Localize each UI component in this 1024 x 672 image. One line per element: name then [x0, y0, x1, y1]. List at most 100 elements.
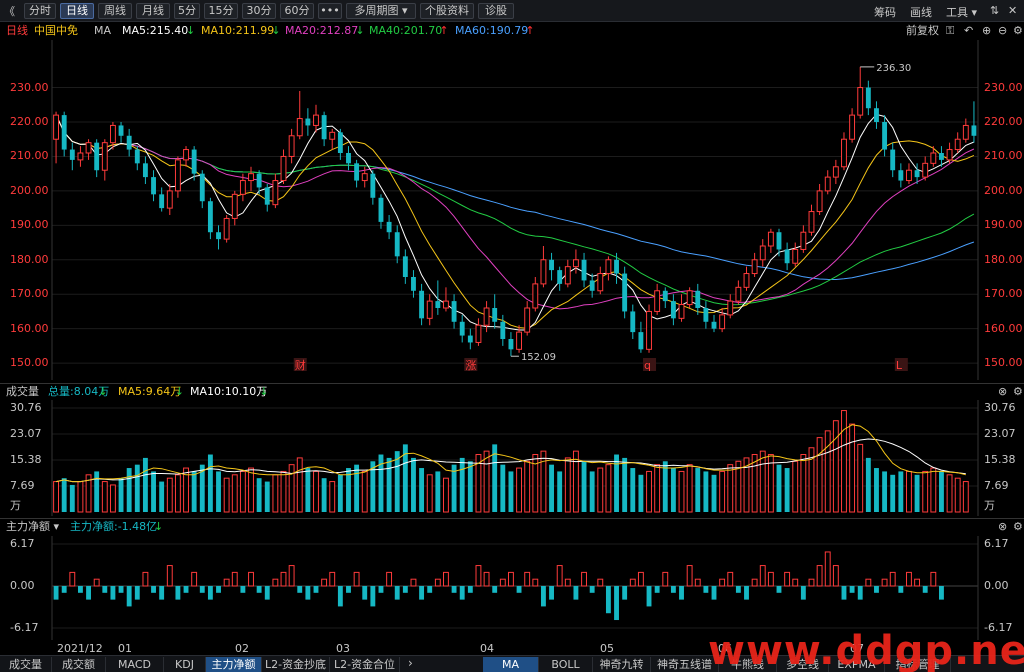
period-button-1[interactable]: 日线 — [60, 3, 94, 19]
volume-bar — [280, 470, 287, 513]
event-marker[interactable]: q — [644, 359, 651, 372]
volume-tick-left: 万 — [10, 499, 21, 512]
period-button-6[interactable]: 30分 — [242, 3, 276, 19]
zoom-out-icon[interactable]: ⊖ — [998, 23, 1007, 39]
bottom-tab-left-6[interactable]: L2-资金合位 — [330, 657, 400, 672]
bottom-tab-left-2[interactable]: MACD — [106, 657, 164, 672]
price-chart[interactable]: 236.30 152.09 财 涨 q L — [0, 40, 1024, 380]
flow-bar — [288, 565, 295, 587]
candle-body — [53, 114, 59, 140]
undo-icon[interactable]: ↶ — [964, 23, 973, 39]
flow-bar — [646, 586, 652, 607]
toolbar-tools-button[interactable]: 工具 ▾ — [946, 4, 977, 20]
flow-bar — [556, 565, 563, 587]
period-button-2[interactable]: 周线 — [98, 3, 132, 19]
flow-bar — [629, 578, 636, 587]
tabs-scroll-icon[interactable]: › — [408, 656, 413, 670]
candle-body — [662, 290, 668, 302]
back-icon[interactable]: 《 — [4, 3, 15, 19]
flow-bar — [767, 571, 774, 587]
event-marker[interactable]: L — [896, 359, 903, 372]
flow-close-icon[interactable]: ⊗ — [998, 519, 1007, 535]
price-tick-right: 200.00 — [984, 183, 1023, 197]
volume-bar — [540, 450, 547, 513]
period-button-5[interactable]: 15分 — [204, 3, 238, 19]
date-label: 01 — [118, 642, 132, 655]
candle-body — [743, 273, 750, 288]
period-button-7[interactable]: 60分 — [280, 3, 314, 19]
volume-bar — [646, 470, 652, 513]
volume-bar — [288, 464, 295, 513]
candle-body — [865, 87, 871, 109]
volume-tick-right: 万 — [984, 499, 995, 512]
period-button-8[interactable]: ••• — [318, 3, 342, 19]
flow-bar — [784, 571, 791, 587]
toolbar-draw-button[interactable]: 画线 — [910, 4, 932, 20]
adjust-mode[interactable]: 前复权 — [906, 23, 939, 39]
bottom-tab-right-0[interactable]: MA — [483, 657, 539, 672]
flow-chart[interactable] — [0, 536, 1024, 640]
flow-bar — [256, 586, 262, 593]
volume-tick-left: 23.07 — [10, 427, 42, 440]
volume-bar — [216, 471, 221, 512]
volume-bar — [662, 461, 668, 512]
watermark: www.ddgp.net — [708, 628, 1024, 672]
candle-body — [954, 138, 961, 151]
bottom-tab-left-1[interactable]: 成交额 — [52, 657, 106, 672]
price-tick-right: 170.00 — [984, 287, 1023, 301]
candle-body — [378, 197, 384, 222]
close-icon[interactable]: ✕ — [1008, 4, 1017, 17]
period-button-11[interactable]: 诊股 — [478, 3, 514, 19]
bottom-tab-left-3[interactable]: KDJ — [164, 657, 206, 672]
volume-close-icon[interactable]: ⊗ — [998, 384, 1007, 400]
flow-bar — [394, 586, 400, 600]
volume-tick-right: 15.38 — [984, 453, 1016, 466]
flow-title[interactable]: 主力净额 ▾ — [6, 519, 59, 535]
period-button-9[interactable]: 多周期图 ▾ — [346, 3, 416, 19]
price-tick-right: 180.00 — [984, 252, 1023, 266]
volume-bar — [882, 471, 888, 512]
candle-body — [451, 301, 457, 322]
toolbar-chips-button[interactable]: 筹码 — [874, 4, 896, 20]
period-button-10[interactable]: 个股资料 — [420, 3, 474, 19]
volume-bar — [419, 468, 425, 512]
period-button-4[interactable]: 5分 — [174, 3, 200, 19]
top-toolbar: 《 分时 日线 周线 月线 5分 15分 30分 60分 ••• 多周期图 ▾ 个股资料 诊股 筹码 … — [0, 0, 1024, 22]
lock-icon[interactable]: ⚿ — [946, 23, 954, 39]
volume-chart[interactable] — [0, 400, 1024, 516]
candle-body — [402, 256, 408, 277]
candle-body — [605, 259, 612, 275]
toggle-icon[interactable]: ⇅ — [990, 4, 999, 17]
bottom-tab-left-5[interactable]: L2-资金抄底 — [262, 657, 330, 672]
event-marker[interactable]: 财 — [295, 358, 306, 372]
ma-arrow-3: ↑ — [439, 24, 449, 37]
flow-info-bar: 主力净额 ▾ 主力净额:-1.48亿 ↓ ⊗ ⚙ — [0, 518, 1024, 534]
volume-bar — [500, 464, 506, 512]
candle-body — [296, 118, 303, 137]
bottom-tab-left-0[interactable]: 成交量 — [0, 657, 52, 672]
volume-bar — [191, 471, 197, 512]
flow-settings-icon[interactable]: ⚙ — [1013, 519, 1023, 535]
candle-body — [622, 273, 628, 312]
flow-bar — [654, 586, 660, 593]
bottom-tab-left-4[interactable]: 主力净额 — [206, 657, 262, 672]
zoom-in-icon[interactable]: ⊕ — [982, 23, 991, 39]
volume-bar — [622, 457, 628, 512]
period-button-0[interactable]: 分时 — [24, 3, 56, 19]
volume-bar — [874, 468, 879, 512]
flow-bar — [492, 586, 498, 593]
ma-label: MA — [94, 24, 112, 37]
date-label: 03 — [336, 642, 350, 655]
event-marker[interactable]: 涨 — [465, 359, 476, 372]
candle-body — [174, 159, 181, 192]
bottom-tab-right-2[interactable]: 神奇九转 — [593, 657, 651, 672]
volume-settings-icon[interactable]: ⚙ — [1013, 384, 1023, 400]
settings-icon[interactable]: ⚙ — [1013, 23, 1023, 39]
flow-bar — [386, 571, 393, 587]
candle-body — [483, 307, 490, 326]
ma-arrow-2: ↓ — [355, 24, 365, 37]
period-button-3[interactable]: 月线 — [136, 3, 170, 19]
candle-body — [890, 149, 896, 171]
candle-body — [962, 124, 969, 140]
bottom-tab-right-1[interactable]: BOLL — [539, 657, 593, 672]
